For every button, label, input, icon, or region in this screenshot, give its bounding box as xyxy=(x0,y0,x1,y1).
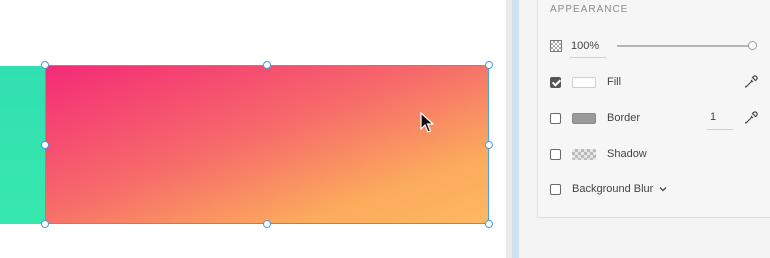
border-width-input[interactable]: 1 xyxy=(710,111,716,123)
border-row: Border xyxy=(550,108,640,128)
canvas-panel-divider xyxy=(512,0,519,258)
resize-handle-right[interactable] xyxy=(485,141,493,149)
border-width-underline xyxy=(707,129,733,130)
border-checkbox[interactable] xyxy=(550,112,561,124)
teal-rectangle-shape[interactable] xyxy=(0,66,46,224)
artboard[interactable] xyxy=(0,0,506,258)
border-eyedropper-icon[interactable] xyxy=(744,111,758,125)
fill-color-swatch[interactable] xyxy=(572,76,596,88)
opacity-row: 100% xyxy=(550,36,599,56)
section-title: APPEARANCE xyxy=(550,4,629,15)
fill-row: Fill xyxy=(550,72,621,92)
opacity-slider-thumb[interactable] xyxy=(748,41,757,50)
shadow-row: Shadow xyxy=(550,144,647,164)
opacity-value-underline xyxy=(570,57,606,58)
border-label: Border xyxy=(607,112,641,124)
design-canvas[interactable] xyxy=(0,0,512,258)
border-color-swatch[interactable] xyxy=(572,112,596,124)
fill-checkbox[interactable] xyxy=(550,76,561,88)
background-blur-label: Background Blur xyxy=(572,183,654,195)
property-inspector: APPEARANCE 100% Fill Border 1 Shadow Bac… xyxy=(519,0,770,258)
resize-handle-top-left[interactable] xyxy=(41,61,49,69)
gradient-rectangle-shape[interactable] xyxy=(45,65,489,224)
resize-handle-bottom-left[interactable] xyxy=(41,220,49,228)
opacity-checker-icon xyxy=(550,40,562,52)
resize-handle-bottom-right[interactable] xyxy=(485,220,493,228)
resize-handle-left[interactable] xyxy=(41,141,49,149)
opacity-slider[interactable] xyxy=(617,45,755,47)
fill-label: Fill xyxy=(607,76,622,88)
chevron-down-icon[interactable] xyxy=(659,186,667,192)
shadow-preview-swatch[interactable] xyxy=(572,148,596,160)
resize-handle-top-right[interactable] xyxy=(485,61,493,69)
resize-handle-bottom[interactable] xyxy=(263,220,271,228)
fill-eyedropper-icon[interactable] xyxy=(744,75,758,89)
background-blur-checkbox[interactable] xyxy=(550,183,561,195)
mouse-pointer-icon xyxy=(420,112,434,133)
section-divider xyxy=(537,217,770,218)
resize-handle-top[interactable] xyxy=(263,61,271,69)
background-blur-row: Background Blur xyxy=(550,179,667,199)
shadow-label: Shadow xyxy=(607,148,647,160)
opacity-value[interactable]: 100% xyxy=(571,40,599,52)
shadow-checkbox[interactable] xyxy=(550,148,561,160)
